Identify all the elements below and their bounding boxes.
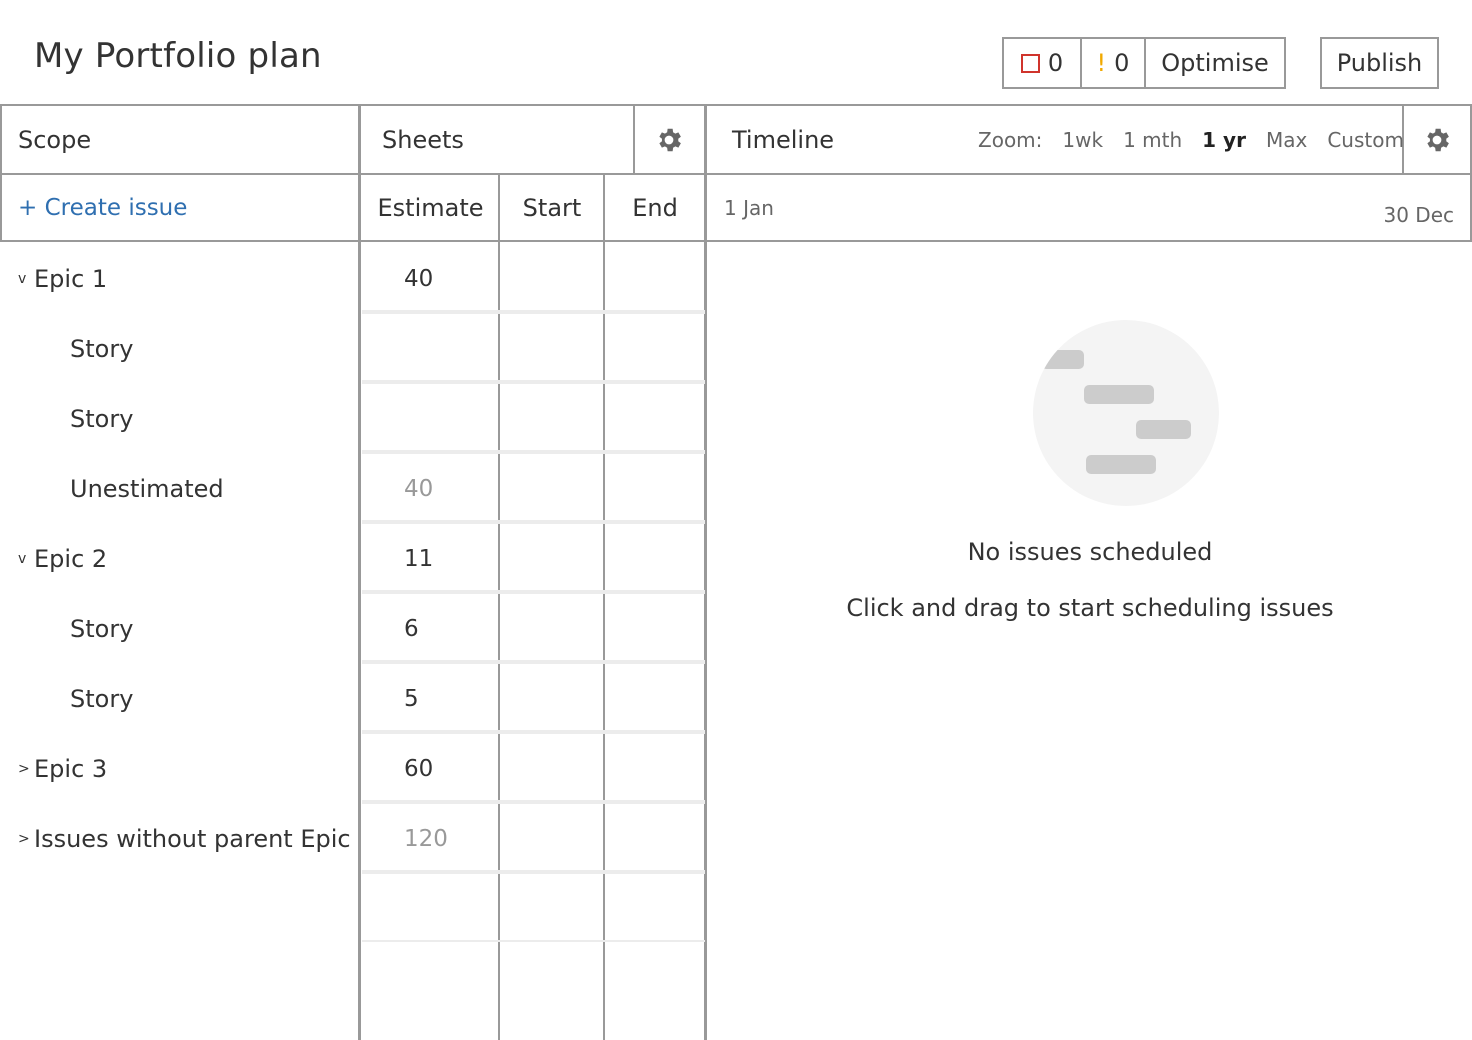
- row-label: Story: [70, 335, 134, 363]
- timeline-settings-button[interactable]: [1404, 106, 1470, 174]
- estimate-cell[interactable]: 40: [404, 244, 433, 314]
- gear-icon: [1427, 128, 1449, 152]
- row-label: Epic 1: [34, 265, 108, 293]
- end-cell[interactable]: [605, 664, 705, 734]
- warnings-button[interactable]: ! 0: [1082, 39, 1146, 87]
- illustration-bar: [1136, 420, 1191, 439]
- column-header-start[interactable]: Start: [500, 176, 604, 240]
- publish-button[interactable]: Publish: [1320, 37, 1439, 89]
- divider: [0, 104, 2, 242]
- estimate-cell[interactable]: 5: [404, 664, 419, 734]
- row-label: Issues without parent Epic: [34, 825, 351, 853]
- divider: [0, 240, 1472, 242]
- table-row: > Epic 3 60: [0, 734, 706, 804]
- timeline-empty-illustration: [1033, 320, 1219, 506]
- end-cell[interactable]: [605, 524, 705, 594]
- child-issue-label[interactable]: Story: [70, 664, 133, 734]
- epic-label[interactable]: v Epic 2: [18, 524, 107, 594]
- start-cell[interactable]: [500, 664, 604, 734]
- gear-icon: [659, 128, 681, 152]
- child-issue-label[interactable]: Story: [70, 314, 133, 384]
- row-separator: [362, 940, 705, 942]
- table-row: Story: [0, 384, 706, 454]
- table-row: > Issues without parent Epic 120: [0, 804, 706, 874]
- error-square-icon: [1020, 53, 1040, 73]
- create-issue-link[interactable]: + Create issue: [18, 176, 187, 240]
- start-cell[interactable]: [500, 244, 604, 314]
- table-row: Story 6: [0, 594, 706, 664]
- end-cell[interactable]: [605, 384, 705, 454]
- zoom-selector: Zoom: 1wk 1 mth 1 yr Max Custom: [978, 106, 1424, 174]
- zoom-option-custom[interactable]: Custom: [1327, 128, 1404, 152]
- errors-button[interactable]: 0: [1004, 39, 1082, 87]
- start-cell[interactable]: [500, 314, 604, 384]
- child-issue-label[interactable]: Story: [70, 594, 133, 664]
- chevron-right-icon[interactable]: >: [18, 831, 30, 847]
- chevron-down-icon[interactable]: v: [18, 551, 28, 567]
- end-cell[interactable]: [605, 454, 705, 524]
- table-row: Story: [0, 314, 706, 384]
- start-cell[interactable]: [500, 384, 604, 454]
- start-cell[interactable]: [500, 804, 604, 874]
- row-label: Epic 3: [34, 755, 108, 783]
- epic-label[interactable]: > Issues without parent Epic: [18, 804, 351, 874]
- illustration-bar: [1086, 455, 1156, 474]
- empty-state-title: No issues scheduled: [967, 538, 1213, 566]
- zoom-label: Zoom:: [978, 128, 1043, 152]
- estimate-cell[interactable]: 120: [404, 804, 448, 874]
- end-cell[interactable]: [605, 244, 705, 314]
- child-issue-label[interactable]: Unestimated: [70, 454, 224, 524]
- column-header-end[interactable]: End: [605, 176, 705, 240]
- end-cell[interactable]: [605, 594, 705, 664]
- estimate-cell[interactable]: 60: [404, 734, 433, 804]
- epic-label[interactable]: v Epic 1: [18, 244, 107, 314]
- start-cell[interactable]: [500, 594, 604, 664]
- row-separator: [362, 870, 705, 874]
- start-cell[interactable]: [500, 524, 604, 594]
- table-row: v Epic 2 11: [0, 524, 706, 594]
- illustration-bar: [1041, 350, 1084, 369]
- start-cell[interactable]: [500, 734, 604, 804]
- timeline-end-date: 30 Dec: [1383, 203, 1454, 227]
- scope-header: Scope: [18, 126, 92, 154]
- estimate-cell[interactable]: 6: [404, 594, 419, 664]
- errors-count: 0: [1047, 49, 1064, 77]
- row-label: Unestimated: [70, 475, 224, 503]
- row-label: Story: [70, 405, 134, 433]
- zoom-option-1mth[interactable]: 1 mth: [1123, 128, 1182, 152]
- end-cell[interactable]: [605, 804, 705, 874]
- estimate-cell[interactable]: 11: [404, 524, 433, 594]
- start-cell[interactable]: [500, 454, 604, 524]
- optimise-button[interactable]: Optimise: [1146, 39, 1284, 87]
- zoom-option-1yr[interactable]: 1 yr: [1202, 128, 1246, 152]
- empty-state-subtitle: Click and drag to start scheduling issue…: [846, 594, 1334, 622]
- warning-exclamation-icon: !: [1096, 49, 1107, 77]
- warnings-count: 0: [1114, 49, 1130, 77]
- end-cell[interactable]: [605, 314, 705, 384]
- timeline-header: Timeline: [732, 126, 835, 154]
- row-label: Story: [70, 615, 134, 643]
- row-label: Story: [70, 685, 134, 713]
- column-header-estimate[interactable]: Estimate: [362, 176, 499, 240]
- row-label: Epic 2: [34, 545, 108, 573]
- table-row: v Epic 1 40: [0, 244, 706, 314]
- table-row: Story 5: [0, 664, 706, 734]
- sheets-settings-button[interactable]: [634, 106, 704, 174]
- plan-toolbar: 0 ! 0 Optimise: [1002, 37, 1286, 89]
- zoom-option-1wk[interactable]: 1wk: [1062, 128, 1103, 152]
- timeline-start-date: 1 Jan: [724, 196, 774, 220]
- epic-label[interactable]: > Epic 3: [18, 734, 107, 804]
- page-title: My Portfolio plan: [34, 36, 322, 76]
- estimate-cell[interactable]: 40: [404, 454, 433, 524]
- end-cell[interactable]: [605, 734, 705, 804]
- illustration-bar: [1084, 385, 1154, 404]
- chevron-down-icon[interactable]: v: [18, 271, 28, 287]
- zoom-option-max[interactable]: Max: [1266, 128, 1307, 152]
- child-issue-label[interactable]: Story: [70, 384, 133, 454]
- chevron-right-icon[interactable]: >: [18, 761, 30, 777]
- sheets-header: Sheets: [382, 126, 464, 154]
- table-row: Unestimated 40: [0, 454, 706, 524]
